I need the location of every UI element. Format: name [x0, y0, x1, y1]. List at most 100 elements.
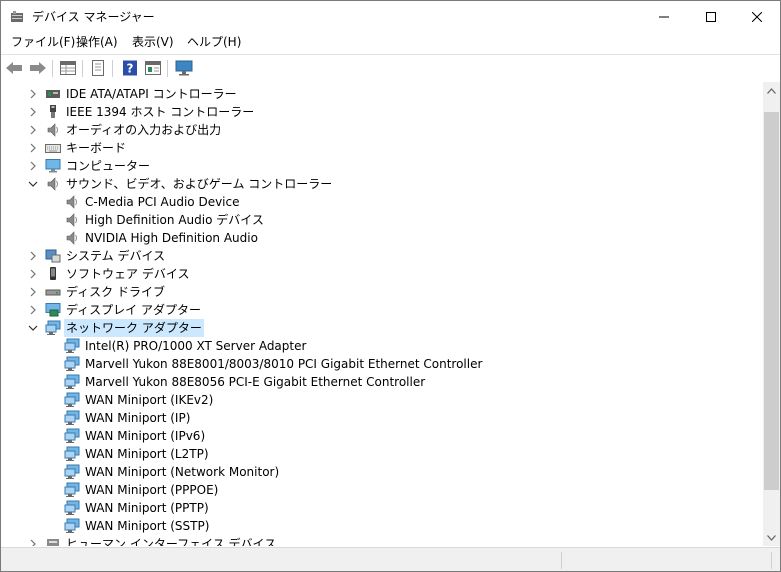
tree-device[interactable]: C-Media PCI Audio Device	[1, 193, 761, 211]
expand-toggle[interactable]	[27, 268, 39, 280]
speaker-icon	[64, 212, 80, 228]
chevron-right-icon	[30, 305, 36, 315]
disk-drive-icon	[45, 284, 61, 300]
tree-device[interactable]: Marvell Yukon 88E8001/8003/8010 PCI Giga…	[1, 355, 761, 373]
view-button[interactable]	[143, 59, 163, 77]
tree-device[interactable]: WAN Miniport (Network Monitor)	[1, 463, 761, 481]
tree-item-label: IEEE 1394 ホスト コントローラー	[66, 105, 255, 119]
menu-file[interactable]: ファイル(F)	[11, 34, 75, 51]
expand-toggle[interactable]	[27, 160, 39, 172]
network-adapter-icon	[64, 482, 80, 498]
tree-item-label: WAN Miniport (L2TP)	[85, 447, 209, 461]
tree-item-label: WAN Miniport (PPTP)	[85, 501, 209, 515]
expand-toggle[interactable]	[27, 142, 39, 154]
vertical-scrollbar[interactable]	[763, 82, 780, 546]
tree-category[interactable]: ソフトウェア デバイス	[1, 265, 761, 283]
menu-action[interactable]: 操作(A)	[76, 34, 118, 51]
tree-device[interactable]: WAN Miniport (PPPOE)	[1, 481, 761, 499]
toolbar: ?	[1, 54, 780, 83]
tree-device[interactable]: WAN Miniport (IPv6)	[1, 427, 761, 445]
tree-category[interactable]: サウンド、ビデオ、およびゲーム コントローラー	[1, 175, 761, 193]
tree-category[interactable]: IEEE 1394 ホスト コントローラー	[1, 103, 761, 121]
tree-category[interactable]: IDE ATA/ATAPI コントローラー	[1, 85, 761, 103]
help-button[interactable]: ?	[120, 59, 140, 77]
expand-toggle[interactable]	[27, 304, 39, 316]
tree-category[interactable]: ヒューマン インターフェイス デバイス	[1, 535, 761, 546]
network-adapter-icon	[64, 410, 80, 426]
maximize-icon	[706, 11, 716, 22]
help-icon: ?	[123, 60, 137, 76]
tree-category[interactable]: コンピューター	[1, 157, 761, 175]
network-adapter-icon	[64, 374, 80, 390]
title-bar[interactable]: デバイス マネージャー	[1, 1, 780, 32]
expand-toggle[interactable]	[27, 124, 39, 136]
tree-device[interactable]: Intel(R) PRO/1000 XT Server Adapter	[1, 337, 761, 355]
window-title: デバイス マネージャー	[32, 10, 155, 24]
expand-toggle[interactable]	[27, 286, 39, 298]
speaker-icon	[45, 122, 61, 138]
chevron-right-icon	[30, 161, 36, 171]
scroll-down-button[interactable]	[763, 529, 780, 546]
device-tree[interactable]: IDE ATA/ATAPI コントローラー IEEE 1394 ホスト コントロー…	[1, 82, 763, 546]
hid-icon	[45, 536, 61, 546]
network-adapter-icon	[64, 464, 80, 480]
scroll-up-button[interactable]	[763, 82, 780, 99]
back-button[interactable]	[4, 59, 24, 77]
tree-item-label: ソフトウェア デバイス	[66, 267, 190, 281]
tree-device[interactable]: High Definition Audio デバイス	[1, 211, 761, 229]
tree-device[interactable]: WAN Miniport (IKEv2)	[1, 391, 761, 409]
network-adapter-icon	[64, 500, 80, 516]
menu-view[interactable]: 表示(V)	[132, 34, 174, 51]
chevron-right-icon	[30, 269, 36, 279]
tree-device[interactable]: WAN Miniport (L2TP)	[1, 445, 761, 463]
tree-device[interactable]: WAN Miniport (IP)	[1, 409, 761, 427]
menu-bar: ファイル(F) 操作(A) 表示(V) ヘルプ(H)	[1, 32, 780, 52]
document-button[interactable]	[88, 59, 108, 77]
forward-button[interactable]	[28, 59, 48, 77]
chevron-right-icon	[30, 89, 36, 99]
network-adapter-icon	[64, 446, 80, 462]
properties-grid-icon	[60, 61, 76, 75]
tree-item-label: C-Media PCI Audio Device	[85, 195, 240, 209]
tree-device[interactable]: Marvell Yukon 88E8056 PCI-E Gigabit Ethe…	[1, 373, 761, 391]
scan-hardware-button[interactable]	[174, 59, 194, 77]
tree-device[interactable]: NVIDIA High Definition Audio	[1, 229, 761, 247]
expand-toggle[interactable]	[27, 538, 39, 546]
close-button[interactable]	[734, 1, 780, 32]
tree-category[interactable]: オーディオの入力および出力	[1, 121, 761, 139]
tree-item-label: Marvell Yukon 88E8056 PCI-E Gigabit Ethe…	[85, 375, 426, 389]
tree-item-label: WAN Miniport (PPPOE)	[85, 483, 219, 497]
chevron-right-icon	[30, 143, 36, 153]
device-manager-window: デバイス マネージャー ファイル(F) 操作(A) 表示(V) ヘルプ(H) ?…	[0, 0, 781, 572]
back-icon	[6, 62, 22, 74]
tree-category[interactable]: システム デバイス	[1, 247, 761, 265]
tree-category[interactable]: ディスプレイ アダプター	[1, 301, 761, 319]
expand-toggle[interactable]	[27, 106, 39, 118]
maximize-button[interactable]	[688, 1, 734, 32]
system-device-icon	[45, 248, 61, 264]
monitor-icon	[175, 60, 193, 76]
collapse-toggle[interactable]	[27, 178, 39, 190]
collapse-toggle[interactable]	[27, 322, 39, 334]
keyboard-icon	[45, 140, 61, 156]
expand-toggle[interactable]	[27, 88, 39, 100]
properties-grid-button[interactable]	[58, 59, 78, 77]
tree-device[interactable]: WAN Miniport (SSTP)	[1, 517, 761, 535]
tree-category[interactable]: ネットワーク アダプター	[1, 319, 761, 337]
computer-icon	[45, 158, 61, 174]
minimize-button[interactable]	[641, 1, 687, 32]
tree-category[interactable]: キーボード	[1, 139, 761, 157]
expand-toggle[interactable]	[27, 250, 39, 262]
tree-category[interactable]: ディスク ドライブ	[1, 283, 761, 301]
chevron-right-icon	[30, 251, 36, 261]
network-adapter-icon	[64, 518, 80, 534]
tree-item-label: ディスク ドライブ	[66, 285, 165, 299]
menu-help[interactable]: ヘルプ(H)	[187, 34, 241, 51]
status-divider	[561, 552, 562, 569]
chevron-up-icon	[767, 87, 776, 94]
tree-device[interactable]: WAN Miniport (PPTP)	[1, 499, 761, 517]
status-bar	[1, 547, 780, 571]
scroll-thumb[interactable]	[764, 112, 779, 490]
chevron-down-icon	[767, 534, 776, 541]
speaker-icon	[64, 194, 80, 210]
